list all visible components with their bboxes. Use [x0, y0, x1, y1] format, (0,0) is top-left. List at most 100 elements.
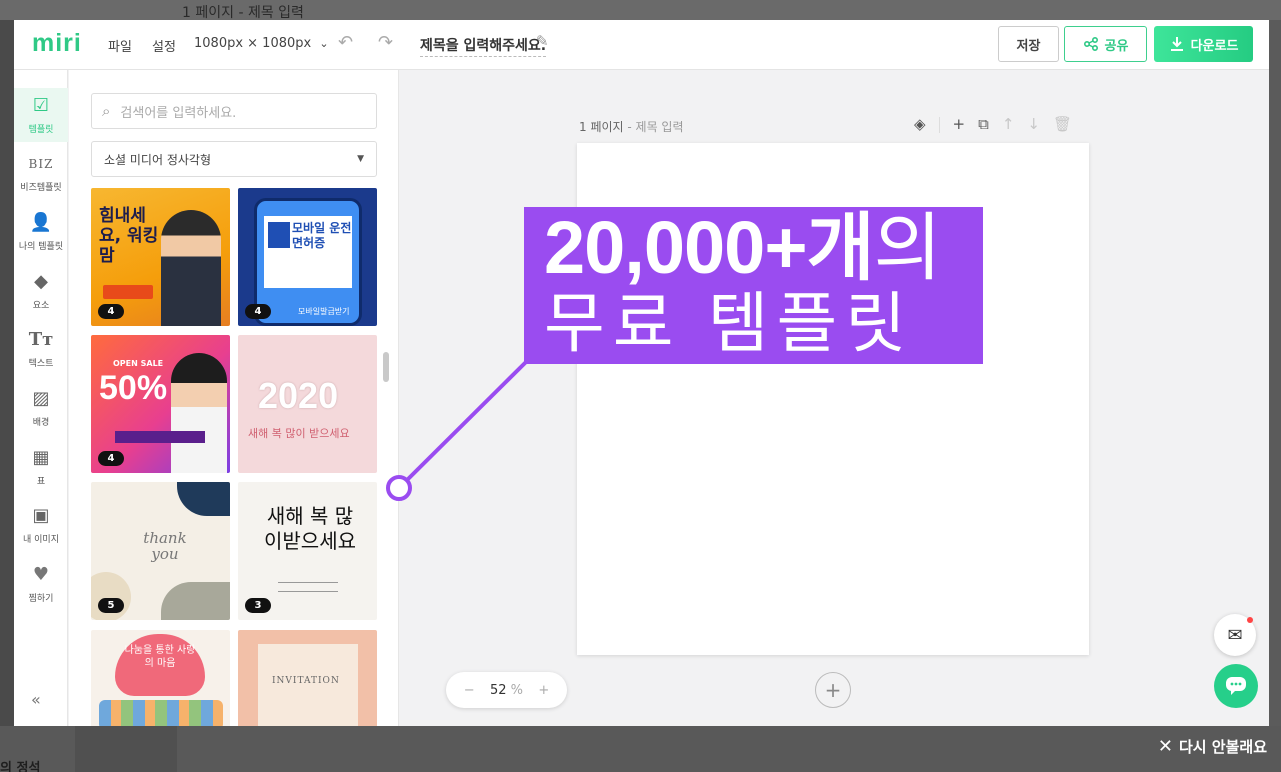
template-person-image [161, 210, 221, 326]
rail-label: 텍스트 [28, 358, 54, 369]
zoom-out-icon[interactable]: − [464, 683, 475, 698]
editor-window: miri 파일 설정 1080px × 1080px ⌄ ↶ ↷ 제목을 입력해… [14, 20, 1269, 726]
rail-item-elements[interactable]: ◆ 요소 [14, 264, 68, 318]
document-title-input[interactable]: 제목을 입력해주세요. [420, 35, 547, 57]
page-count-badge: 4 [245, 304, 271, 319]
template-headline: thank you [143, 529, 187, 563]
rail-label: 배경 [32, 417, 50, 428]
category-select[interactable]: 소셜 미디어 정사각형 ▼ [91, 141, 377, 177]
template-icon: ☑ [32, 94, 50, 116]
rail-item-table[interactable]: ▦ 표 [14, 440, 68, 494]
rail-item-favorites[interactable]: ♥ 찜하기 [14, 557, 68, 611]
miri-logo[interactable]: miri [32, 29, 82, 58]
page-title-placeholder[interactable]: - 제목 입력 [624, 120, 683, 134]
template-panel: ⌕ 검색어를 입력하세요. 소셜 미디어 정사각형 ▼ 힘내세요, 워킹맘 4 … [69, 70, 399, 726]
canvas-size-value: 1080px × 1080px [194, 36, 312, 51]
add-page-button[interactable]: + [815, 672, 851, 708]
rail-item-background[interactable]: ▨ 배경 [14, 381, 68, 435]
undo-icon[interactable]: ↶ [338, 32, 353, 53]
template-shape-dark [177, 482, 230, 516]
share-button[interactable]: 공유 [1064, 26, 1147, 62]
page-toolbar: ◈ + ⧉ ↑ ↓ 🗑 [914, 115, 1072, 133]
download-label: 다운로드 [1190, 38, 1239, 54]
template-button-shape [103, 285, 153, 299]
zoom-value[interactable]: 52 [490, 683, 507, 698]
promo-subline: 무료 템플릿 [544, 286, 914, 360]
template-thumbnail[interactable]: 나눔을 통한 사랑의 마음 [91, 630, 230, 726]
left-tool-rail: ☑ 템플릿 BIZ 비즈템플릿 👤 나의 템플릿 ◆ 요소 Tт 텍스트 ▨ 배… [14, 70, 68, 726]
move-down-icon[interactable]: ↓ [1027, 115, 1040, 133]
background-footer-text: 의 정석 [0, 761, 41, 772]
elements-icon: ◆ [34, 270, 48, 292]
save-button[interactable]: 저장 [998, 26, 1059, 62]
caret-down-icon: ▼ [357, 154, 364, 164]
template-headline: 모바일 운전면허증 [292, 221, 352, 250]
mail-button[interactable]: ✉ [1214, 614, 1256, 656]
background-footer-block [75, 726, 177, 772]
rail-item-biz-template[interactable]: BIZ 비즈템플릿 [14, 146, 68, 200]
promo-count: 20,000+개 [544, 206, 875, 289]
template-headline: 힘내세요, 워킹맘 [99, 206, 159, 266]
page-label: 1 페이지 - 제목 입력 [579, 118, 684, 135]
zoom-in-icon[interactable]: + [538, 683, 549, 698]
template-subtitle: 새해 복 많이 받으세요 [248, 427, 350, 440]
promo-headline: 20,000+개의 [544, 209, 983, 287]
category-value: 소셜 미디어 정사각형 [104, 152, 211, 167]
pencil-icon[interactable]: ✎ [536, 32, 549, 50]
my-template-icon: 👤 [29, 211, 53, 233]
rail-label: 찜하기 [28, 593, 54, 604]
template-search-input[interactable]: ⌕ 검색어를 입력하세요. [91, 93, 377, 129]
mail-icon: ✉ [1227, 624, 1243, 646]
page-count-badge: 4 [98, 451, 124, 466]
table-icon: ▦ [32, 446, 50, 468]
download-button[interactable]: 다운로드 [1154, 26, 1253, 62]
settings-menu[interactable]: 설정 [152, 36, 176, 55]
file-menu[interactable]: 파일 [108, 36, 132, 55]
rail-item-my-image[interactable]: ▣ 내 이미지 [14, 498, 68, 552]
biz-icon: BIZ [28, 156, 54, 171]
rail-label: 요소 [32, 300, 50, 311]
redo-icon[interactable]: ↷ [378, 32, 393, 53]
template-person-image [171, 353, 227, 473]
dismiss-label: 다시 안볼래요 [1178, 738, 1267, 756]
zoom-unit: % [510, 682, 524, 698]
rail-label: 나의 템플릿 [18, 241, 64, 252]
rail-label: 비즈템플릿 [20, 182, 62, 193]
close-icon: ✕ [1157, 736, 1173, 757]
template-thumbnail[interactable]: 힘내세요, 워킹맘 4 [91, 188, 230, 326]
move-up-icon[interactable]: ↑ [1002, 115, 1015, 133]
template-thumbnail[interactable]: INVITATION [238, 630, 377, 726]
template-footer: 모바일발급받기 [298, 307, 350, 316]
collapse-panel-icon[interactable]: « [31, 690, 41, 709]
template-thumbnail[interactable]: 새해 복 많이받으세요 3 [238, 482, 377, 620]
plus-icon: + [824, 678, 842, 702]
image-icon: ▣ [32, 504, 50, 526]
text-icon: Tт [28, 328, 54, 350]
duplicate-page-icon[interactable]: ⧉ [978, 115, 989, 133]
rail-label: 내 이미지 [23, 534, 59, 545]
add-page-icon[interactable]: + [953, 115, 966, 133]
template-headline: INVITATION [272, 676, 340, 686]
top-toolbar: miri 파일 설정 1080px × 1080px ⌄ ↶ ↷ 제목을 입력해… [14, 20, 1269, 70]
template-headline: 나눔을 통한 사랑의 마음 [124, 645, 196, 669]
page-number: 1 페이지 [579, 120, 624, 134]
template-avatar-icon [268, 222, 290, 248]
template-thumbnail[interactable]: OPEN SALE 50% 4 [91, 335, 230, 473]
paint-bucket-icon[interactable]: ◈ [914, 115, 926, 133]
rail-item-my-template[interactable]: 👤 나의 템플릿 [14, 205, 68, 259]
template-thumbnail[interactable]: thank you 5 [91, 482, 230, 620]
share-label: 공유 [1104, 38, 1129, 54]
rail-item-template[interactable]: ☑ 템플릿 [14, 88, 68, 142]
rail-item-text[interactable]: Tт 텍스트 [14, 322, 68, 376]
search-icon: ⌕ [102, 102, 111, 120]
canvas-size-select[interactable]: 1080px × 1080px ⌄ [194, 36, 329, 51]
template-thumbnail[interactable]: 모바일 운전면허증 모바일발급받기 4 [238, 188, 377, 326]
template-shape-gray [161, 582, 230, 620]
chat-button[interactable] [1214, 664, 1258, 708]
panel-scrollbar-thumb[interactable] [383, 352, 389, 382]
delete-page-icon[interactable]: 🗑 [1053, 115, 1072, 133]
template-subtitle-bar [115, 431, 205, 443]
rail-label: 표 [36, 476, 46, 487]
template-thumbnail[interactable]: 2020 새해 복 많이 받으세요 [238, 335, 377, 473]
dismiss-forever-button[interactable]: ✕ 다시 안볼래요 [1158, 736, 1267, 757]
